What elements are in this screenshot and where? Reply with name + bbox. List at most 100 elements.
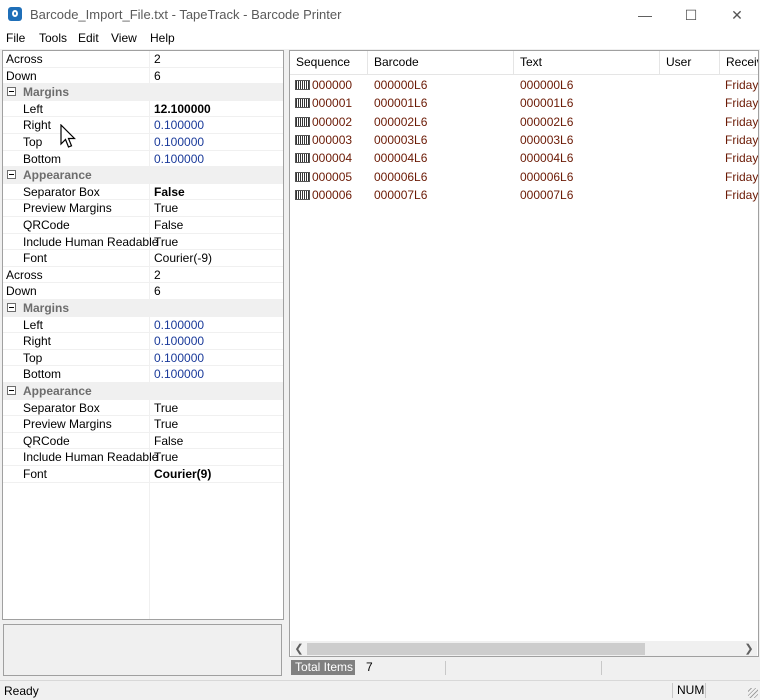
property-value[interactable]: 12.100000 (154, 102, 211, 116)
list-header: Sequence Barcode Text User Received (290, 51, 758, 75)
property-row[interactable]: Down 6 (3, 68, 283, 85)
property-value[interactable]: False (154, 218, 183, 232)
property-value[interactable]: False (154, 434, 183, 448)
property-category[interactable]: Appearance (3, 383, 283, 400)
num-lock-indicator: NUM (672, 683, 706, 698)
property-name: Margins (23, 301, 70, 315)
property-category[interactable]: Margins (3, 300, 283, 317)
column-header-received[interactable]: Received (720, 51, 758, 74)
property-row[interactable]: Preview Margins True (3, 200, 283, 217)
list-item[interactable]: 000006 000007L6 000007L6 Friday (290, 186, 758, 204)
resize-grip-icon[interactable] (748, 688, 758, 698)
property-row[interactable]: Bottom 0.100000 (3, 151, 283, 168)
property-row[interactable]: Left 12.100000 (3, 101, 283, 118)
property-value[interactable]: Courier(-9) (154, 251, 212, 265)
scroll-left-icon[interactable]: ❮ (291, 641, 307, 656)
property-value[interactable]: 2 (154, 52, 161, 66)
property-row[interactable]: Across 2 (3, 267, 283, 284)
collapse-toggle-icon[interactable] (7, 386, 16, 395)
menu-edit[interactable]: Edit (78, 31, 99, 45)
property-value[interactable]: True (154, 450, 178, 464)
list-item[interactable]: 000000 000000L6 000000L6 Friday (290, 76, 758, 94)
property-value[interactable]: 0.100000 (154, 152, 204, 166)
property-row[interactable]: Top 0.100000 (3, 134, 283, 151)
property-row[interactable]: Left 0.100000 (3, 317, 283, 334)
property-value[interactable]: True (154, 401, 178, 415)
property-value[interactable]: Courier(9) (154, 467, 211, 481)
property-row[interactable]: Separator Box True (3, 400, 283, 417)
list-cell: 000002L6 (520, 114, 574, 129)
property-value[interactable]: 0.100000 (154, 135, 204, 149)
property-value[interactable]: 6 (154, 284, 161, 298)
collapse-toggle-icon[interactable] (7, 170, 16, 180)
horizontal-scrollbar[interactable]: ❮ ❯ (291, 641, 757, 656)
property-row[interactable]: Font Courier(-9) (3, 250, 283, 267)
property-row[interactable]: Right 0.100000 (3, 333, 283, 350)
property-category[interactable]: Appearance (3, 167, 283, 184)
property-value[interactable]: True (154, 417, 178, 431)
total-items-label: Total Items (291, 660, 355, 675)
list-item[interactable]: 000004 000004L6 000004L6 Friday (290, 149, 758, 167)
list-cell: 000001L6 (520, 96, 574, 111)
pane-splitter[interactable] (286, 50, 288, 676)
column-header-sequence[interactable]: Sequence (290, 51, 368, 74)
property-row[interactable]: Include Human Readable True (3, 234, 283, 251)
menu-help[interactable]: Help (150, 31, 175, 45)
collapse-toggle-icon[interactable] (7, 303, 16, 312)
menu-view[interactable]: View (111, 31, 137, 45)
property-row[interactable]: QRCode False (3, 217, 283, 234)
list-item[interactable]: 000001 000001L6 000001L6 Friday (290, 94, 758, 112)
property-row[interactable]: Right 0.100000 (3, 117, 283, 134)
barcode-icon (295, 98, 310, 109)
property-value[interactable]: 6 (154, 69, 161, 83)
property-row[interactable]: Top 0.100000 (3, 350, 283, 367)
property-name: Separator Box (23, 400, 100, 415)
property-value[interactable]: 0.100000 (154, 318, 204, 332)
property-row[interactable]: Font Courier(9) (3, 466, 283, 483)
menu-tools[interactable]: Tools (39, 31, 67, 45)
list-cell: 000004L6 (374, 151, 428, 166)
property-category[interactable]: Margins (3, 84, 283, 101)
list-cell: 000002L6 (374, 114, 428, 129)
property-value[interactable]: 0.100000 (154, 334, 204, 348)
property-row[interactable]: Down 6 (3, 283, 283, 300)
property-value[interactable]: True (154, 201, 178, 215)
collapse-toggle-icon[interactable] (7, 87, 16, 97)
barcode-list-view[interactable]: Sequence Barcode Text User Received 0000… (289, 50, 759, 657)
property-name: Top (23, 135, 43, 149)
property-row[interactable]: Include Human Readable True (3, 449, 283, 466)
barcode-icon (295, 134, 310, 145)
column-header-user[interactable]: User (660, 51, 720, 74)
property-name: Left (23, 317, 44, 332)
property-row[interactable]: QRCode False (3, 433, 283, 450)
property-value[interactable]: False (154, 185, 185, 199)
minimize-button[interactable]: — (622, 0, 668, 30)
property-value[interactable]: 0.100000 (154, 118, 204, 132)
property-name: QRCode (23, 218, 70, 232)
property-value[interactable]: 0.100000 (154, 351, 204, 365)
list-item[interactable]: 000003 000003L6 000003L6 Friday (290, 131, 758, 149)
list-cell: Friday (725, 114, 759, 129)
property-row[interactable]: Preview Margins True (3, 416, 283, 433)
property-value[interactable]: 0.100000 (154, 367, 204, 381)
close-button[interactable]: ✕ (714, 0, 760, 30)
column-header-text[interactable]: Text (514, 51, 660, 74)
column-header-barcode[interactable]: Barcode (368, 51, 514, 74)
title-bar: Barcode_Import_File.txt - TapeTrack - Ba… (0, 0, 760, 30)
property-grid[interactable]: Across 2 Down 6 Margins Left 12.100000 Right 0.1… (2, 50, 284, 620)
scroll-right-icon[interactable]: ❯ (741, 641, 757, 656)
list-cell: Friday (725, 187, 759, 202)
scrollbar-thumb[interactable] (307, 643, 645, 655)
property-row[interactable]: Across 2 (3, 51, 283, 68)
property-row[interactable]: Bottom 0.100000 (3, 366, 283, 383)
maximize-button[interactable]: ☐ (668, 0, 714, 30)
list-item[interactable]: 000005 000006L6 000006L6 Friday (290, 168, 758, 186)
list-item[interactable]: 000002 000002L6 000002L6 Friday (290, 113, 758, 131)
property-row[interactable]: Separator Box False (3, 184, 283, 201)
property-value[interactable]: True (154, 235, 178, 249)
totals-bar: Total Items 7 (289, 659, 759, 676)
barcode-icon (295, 189, 310, 200)
property-name: Include Human Readable (23, 450, 159, 465)
property-value[interactable]: 2 (154, 268, 161, 282)
menu-file[interactable]: File (6, 31, 25, 45)
